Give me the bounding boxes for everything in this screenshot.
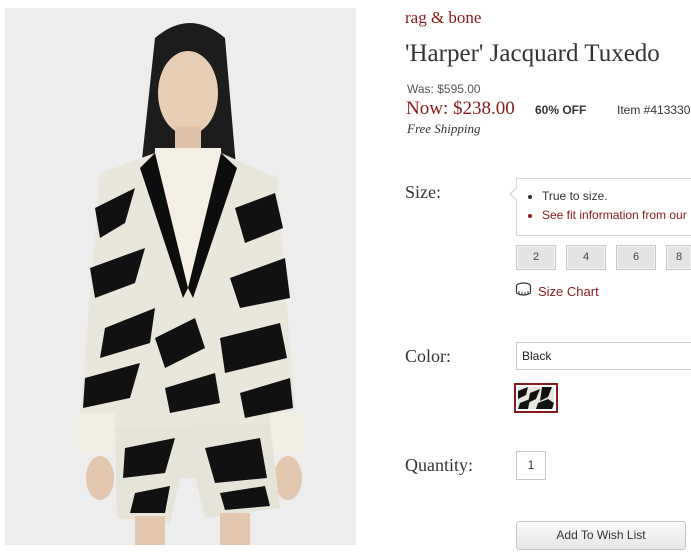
color-swatch-black[interactable] — [514, 383, 558, 413]
color-label: Color: — [405, 346, 452, 366]
brand-link[interactable]: rag & bone — [405, 8, 481, 28]
size-label: Size: — [405, 182, 441, 202]
tape-measure-icon — [515, 282, 532, 300]
product-image[interactable] — [5, 8, 356, 545]
size-option-4[interactable]: 4 — [566, 245, 606, 270]
fit-tip-true-to-size: True to size. — [542, 187, 691, 206]
product-photo-illustration — [5, 8, 356, 545]
fit-info-link[interactable]: See fit information from our — [542, 206, 691, 225]
size-option-2[interactable]: 2 — [516, 245, 556, 270]
quantity-label: Quantity: — [405, 455, 473, 475]
quantity-input[interactable]: 1 — [516, 451, 546, 480]
shipping-info: Free Shipping — [407, 121, 481, 136]
size-chart-link[interactable]: Size Chart — [515, 282, 599, 300]
size-option-6[interactable]: 6 — [616, 245, 656, 270]
fit-tooltip: True to size. See fit information from o… — [509, 178, 691, 236]
size-chart-label: Size Chart — [538, 283, 599, 299]
product-title: 'Harper' Jacquard Tuxedo — [405, 40, 660, 67]
jacquard-swatch-pattern — [518, 387, 554, 409]
now-price: Now: $238.00 — [406, 98, 515, 119]
discount-badge: 60% OFF — [535, 103, 587, 117]
add-to-wish-list-button[interactable]: Add To Wish List — [516, 521, 686, 550]
item-number: Item #413330 — [617, 103, 691, 117]
size-option-8[interactable]: 8 — [666, 245, 691, 270]
was-price: Was: $595.00 — [407, 82, 481, 96]
color-select[interactable]: Black — [516, 342, 691, 370]
